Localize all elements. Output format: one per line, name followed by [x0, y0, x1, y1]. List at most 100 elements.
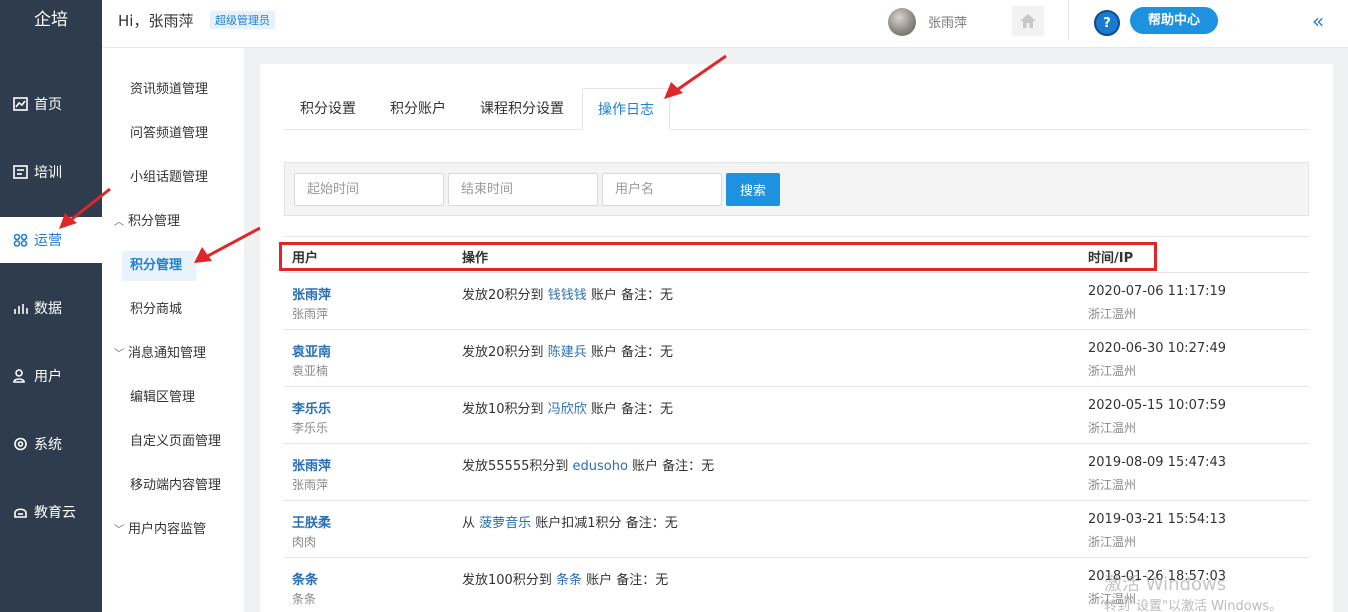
help-center-button[interactable]: 帮助中心: [1130, 7, 1218, 34]
search-bar: 搜索: [284, 162, 1309, 216]
annotation-arrow-icon: [59, 187, 111, 229]
user-link[interactable]: 条条: [292, 569, 318, 588]
op-suffix: 账户 备注：无: [586, 288, 673, 303]
target-user-link[interactable]: edusoho: [573, 459, 628, 474]
operation-text: 从 菠萝音乐 账户扣减1积分 备注：无: [462, 512, 678, 531]
subnav-item-points-mall[interactable]: 积分商城: [130, 300, 182, 320]
collapse-sidebar-icon[interactable]: «: [1312, 9, 1324, 33]
op-suffix: 账户 备注：无: [586, 402, 673, 417]
timestamp: 2020-06-30 10:27:49: [1088, 341, 1227, 356]
subnav-item-qa[interactable]: 问答频道管理: [130, 124, 208, 144]
user-link[interactable]: 张雨萍: [292, 455, 331, 474]
op-prefix: 发放10积分到: [462, 402, 548, 417]
user-link[interactable]: 王朕柔: [292, 512, 331, 531]
timestamp: 2020-07-06 11:17:19: [1088, 284, 1227, 299]
tab-course-points[interactable]: 课程积分设置: [480, 88, 564, 130]
nav-label: 运营: [34, 233, 62, 249]
operation-text: 发放20积分到 钱钱钱 账户 备注：无: [462, 284, 673, 303]
target-user-link[interactable]: 冯欣欣: [548, 402, 587, 417]
table-row: 袁亚南 袁亚楠 发放20积分到 陈建兵 账户 备注：无 2020-06-30 1…: [284, 330, 1309, 387]
op-prefix: 发放100积分到: [462, 573, 556, 588]
avatar[interactable]: [888, 8, 916, 36]
chevron-up-icon: ︿: [114, 217, 124, 228]
nav-label: 首页: [34, 97, 62, 113]
op-suffix: 账户 备注：无: [581, 573, 669, 588]
nav-item-home[interactable]: 首页: [0, 81, 102, 127]
ip-location: 浙江温州: [1088, 478, 1137, 492]
gear-icon: [12, 436, 28, 452]
subnav-group-points[interactable]: ︿ 积分管理: [114, 212, 180, 232]
top-header: Hi，张雨萍 超级管理员 张雨萍 ? 帮助中心 «: [102, 0, 1348, 48]
target-user-link[interactable]: 钱钱钱: [548, 288, 587, 303]
log-table: 用户 操作 时间/IP 张雨萍 张雨萍 发放20积分到 钱钱钱 账户 备注：无 …: [284, 236, 1309, 612]
timestamp: 2019-08-09 15:47:43: [1088, 455, 1227, 470]
timestamp: 2020-05-15 10:07:59: [1088, 398, 1227, 413]
nav-item-users[interactable]: 用户: [0, 353, 102, 399]
operation-text: 发放20积分到 陈建兵 账户 备注：无: [462, 341, 673, 360]
user-nickname: 袁亚楠: [292, 364, 329, 378]
user-link[interactable]: 李乐乐: [292, 398, 331, 417]
username-input[interactable]: [602, 173, 722, 206]
user-nickname: 张雨萍: [292, 307, 329, 321]
subnav-item-custom-pages[interactable]: 自定义页面管理: [130, 432, 221, 452]
subnav-group-content-monitor[interactable]: ﹀ 用户内容监管: [114, 520, 206, 540]
user-icon: [12, 368, 28, 384]
end-time-input[interactable]: [448, 173, 598, 206]
table-row: 王朕柔 肉肉 从 菠萝音乐 账户扣减1积分 备注：无 2019-03-21 15…: [284, 501, 1309, 558]
operation-text: 发放10积分到 冯欣欣 账户 备注：无: [462, 398, 673, 417]
table-row: 张雨萍 张雨萍 发放55555积分到 edusoho 账户 备注：无 2019-…: [284, 444, 1309, 501]
subnav-item-group-topics[interactable]: 小组话题管理: [130, 168, 208, 188]
user-link[interactable]: 袁亚南: [292, 341, 331, 360]
timestamp: 2019-03-21 15:54:13: [1088, 512, 1227, 527]
ip-location: 浙江温州: [1088, 421, 1137, 435]
tab-bar: 积分设置 积分账户 课程积分设置 操作日志: [284, 88, 1309, 130]
annotation-arrow-icon: [194, 226, 261, 263]
tab-operation-log[interactable]: 操作日志: [582, 88, 670, 130]
start-time-input[interactable]: [294, 173, 444, 206]
main-card: 积分设置 积分账户 课程积分设置 操作日志 搜索 用户 操作 时间/IP 张雨萍…: [260, 64, 1333, 612]
greeting: Hi，张雨萍: [118, 12, 194, 30]
op-suffix: 账户 备注：无: [586, 345, 673, 360]
op-prefix: 发放20积分到: [462, 345, 548, 360]
operation-text: 发放55555积分到 edusoho 账户 备注：无: [462, 455, 714, 474]
op-prefix: 发放20积分到: [462, 288, 548, 303]
table-row: 李乐乐 李乐乐 发放10积分到 冯欣欣 账户 备注：无 2020-05-15 1…: [284, 387, 1309, 444]
subnav-item-editor-area[interactable]: 编辑区管理: [130, 388, 195, 408]
user-nickname: 张雨萍: [292, 478, 329, 492]
username[interactable]: 张雨萍: [928, 12, 967, 31]
chevron-down-icon: ﹀: [114, 525, 124, 536]
nav-item-system[interactable]: 系统: [0, 421, 102, 467]
subnav-group-notifications[interactable]: ﹀ 消息通知管理: [114, 344, 206, 364]
bar-chart-icon: [12, 300, 28, 316]
tab-points-accounts[interactable]: 积分账户: [390, 88, 446, 130]
target-user-link[interactable]: 条条: [556, 573, 582, 588]
ip-location: 浙江温州: [1088, 535, 1137, 549]
main-nav: 企培 首页 培训 运营 数据 用户 系统 教育云: [0, 0, 102, 612]
sub-nav: 资讯频道管理 问答频道管理 小组话题管理 ︿ 积分管理 积分管理 积分商城 ﹀ 消息…: [102, 48, 244, 612]
operation-text: 发放100积分到 条条 账户 备注：无: [462, 569, 668, 588]
user-nickname: 李乐乐: [292, 421, 329, 435]
target-user-link[interactable]: 陈建兵: [548, 345, 587, 360]
nav-item-data[interactable]: 数据: [0, 285, 102, 331]
help-icon[interactable]: ?: [1094, 10, 1120, 36]
nav-label: 教育云: [34, 505, 76, 521]
annotation-arrow-icon: [664, 54, 727, 99]
target-user-link[interactable]: 菠萝音乐: [479, 516, 531, 531]
operations-icon: [12, 232, 28, 248]
user-link[interactable]: 张雨萍: [292, 284, 331, 303]
nav-label: 用户: [34, 369, 62, 385]
home-icon: [1020, 14, 1036, 28]
subnav-group-label: 消息通知管理: [128, 346, 207, 361]
nav-item-edu-cloud[interactable]: 教育云: [0, 489, 102, 535]
subnav-item-news[interactable]: 资讯频道管理: [130, 80, 208, 100]
annotation-highlight-box: [279, 242, 1157, 271]
dashboard-icon: [12, 96, 28, 112]
subnav-group-label: 积分管理: [128, 214, 181, 229]
tab-points-settings[interactable]: 积分设置: [300, 88, 356, 130]
subnav-item-mobile-content[interactable]: 移动端内容管理: [130, 476, 221, 496]
subnav-item-points-manage[interactable]: 积分管理: [122, 251, 196, 281]
search-button[interactable]: 搜索: [726, 173, 780, 206]
windows-watermark-hint: 转到"设置"以激活 Windows。: [1104, 599, 1283, 612]
home-button[interactable]: [1012, 6, 1044, 36]
app-logo[interactable]: 企培: [0, 0, 102, 40]
